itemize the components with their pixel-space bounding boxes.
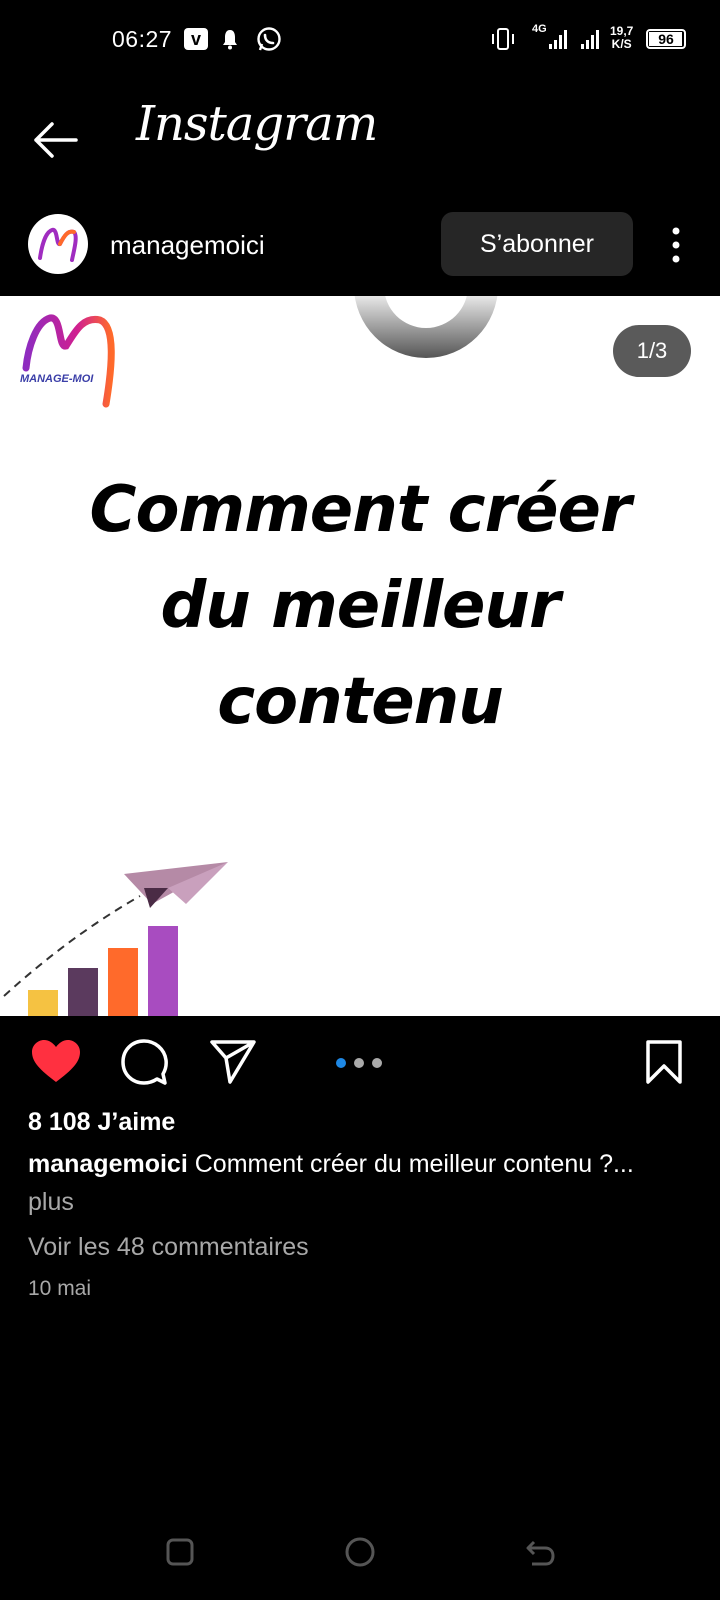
share-icon[interactable]: [208, 1036, 258, 1086]
vibrate-icon: [492, 28, 514, 50]
post-date: 10 mai: [28, 1277, 92, 1300]
network-speed: 19,7 K/S: [610, 25, 633, 51]
bookmark-icon[interactable]: [644, 1038, 684, 1086]
app-title: Instagram: [136, 96, 378, 152]
caption-text: Comment créer du meilleur contenu ?...: [194, 1150, 634, 1178]
headline-line-1: Comment créer: [89, 473, 631, 547]
brand-logo: MANAGE-MOI: [20, 308, 120, 412]
growth-bar: [68, 968, 98, 1016]
battery-icon: 96: [646, 29, 686, 49]
likes-count[interactable]: 8 108 J’aime: [28, 1108, 175, 1137]
battery-level: 96: [658, 31, 674, 47]
carousel-dot: [336, 1058, 346, 1068]
recent-apps-icon[interactable]: [166, 1538, 194, 1566]
logo-text: MANAGE-MOI: [20, 373, 94, 385]
growth-bar: [108, 948, 138, 1016]
carousel-indicator: [336, 1055, 390, 1068]
back-nav-icon[interactable]: [524, 1538, 556, 1568]
growth-bar: [148, 926, 178, 1016]
caption: managemoici Comment créer du meilleur co…: [28, 1150, 692, 1179]
v-app-icon: v: [184, 28, 208, 50]
whatsapp-icon: [257, 27, 281, 51]
comment-icon[interactable]: [120, 1038, 168, 1086]
caption-username[interactable]: managemoici: [28, 1150, 188, 1178]
heart-icon[interactable]: [30, 1038, 82, 1086]
bell-icon: [223, 30, 237, 50]
arrow-left-icon[interactable]: [28, 112, 84, 168]
caption-more-link[interactable]: plus: [28, 1188, 74, 1217]
view-comments-link[interactable]: Voir les 48 commentaires: [28, 1233, 309, 1262]
brand-logo-mark: MANAGE-MOI: [20, 314, 115, 408]
post-headline: Comment créer du meilleur contenu: [0, 462, 720, 750]
status-time: 06:27: [112, 26, 173, 52]
carousel-dot: [354, 1058, 364, 1068]
avatar[interactable]: [28, 214, 88, 274]
network-type: 4G: [532, 23, 547, 35]
follow-button[interactable]: S’abonner: [441, 212, 633, 276]
speed-unit: K/S: [611, 37, 632, 51]
growth-bar: [28, 990, 58, 1016]
signal-icon: [549, 30, 567, 49]
slide-counter: 1/3: [613, 325, 691, 377]
paper-plane: [124, 862, 228, 904]
post-username[interactable]: managemoici: [110, 230, 265, 261]
status-bar: 06:27 v 4G 19,7 K/S 96: [0, 0, 720, 80]
signal-icon-2: [581, 30, 599, 49]
decor-ring: [354, 296, 498, 358]
home-circle-icon[interactable]: [344, 1536, 376, 1568]
headline-line-2: du meilleur: [160, 569, 560, 643]
more-options-icon[interactable]: [664, 224, 688, 266]
avatar-logo: [38, 227, 78, 262]
carousel-dot: [372, 1058, 382, 1068]
headline-line-3: contenu: [217, 665, 504, 739]
